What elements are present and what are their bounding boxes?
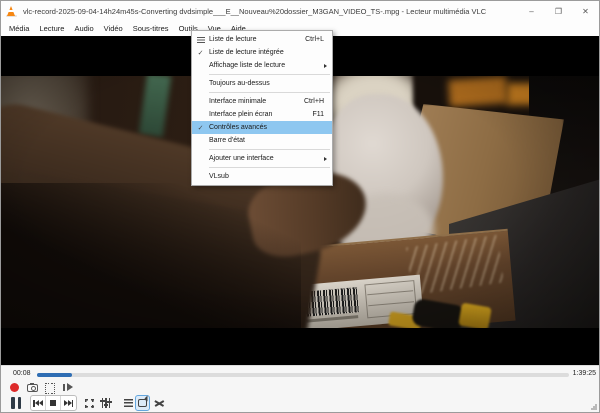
snapshot-button[interactable] (26, 382, 38, 394)
camera-icon (26, 382, 38, 392)
playlist-button[interactable] (120, 395, 136, 411)
frame-step-icon (63, 383, 73, 392)
stop-icon (50, 400, 56, 406)
equalizer-icon (100, 398, 111, 408)
seek-progress (37, 373, 72, 377)
previous-button[interactable] (31, 396, 46, 410)
transport-button-group (30, 395, 77, 411)
shuffle-button[interactable] (152, 395, 168, 411)
maximize-button[interactable]: ❐ (545, 1, 572, 21)
next-button[interactable] (61, 396, 76, 410)
loop-a-b-icon (45, 383, 55, 394)
menubar-item-lecture[interactable]: Lecture (34, 22, 69, 35)
submenu-arrow-icon (324, 63, 327, 68)
pause-icon (11, 397, 15, 409)
loop-a-b-button[interactable] (44, 382, 56, 394)
submenu-arrow-icon (324, 156, 327, 161)
playlist-icon (123, 399, 133, 407)
menu-item-liste-integree[interactable]: ✓ Liste de lecture intégrée (192, 46, 332, 59)
menu-separator (209, 92, 330, 93)
elapsed-time: 00:08 (13, 370, 31, 377)
check-icon: ✓ (197, 124, 204, 132)
menu-item-liste-de-lecture[interactable]: Liste de lecture Ctrl+L (192, 33, 332, 46)
frame-by-frame-button[interactable] (62, 382, 74, 394)
controls-panel: 00:08 1:39:25 100 (1, 365, 599, 412)
fullscreen-button[interactable] (81, 395, 97, 411)
menu-item-interface-plein-ecran[interactable]: Interface plein écran F11 (192, 108, 332, 121)
stop-button[interactable] (46, 396, 61, 410)
record-button[interactable] (8, 382, 20, 394)
main-controls-row: 100% (1, 395, 599, 412)
menu-item-toujours-au-dessus[interactable]: Toujours au-dessus (192, 77, 332, 90)
menubar-item-sous-titres[interactable]: Sous-titres (128, 22, 174, 35)
loop-button-active[interactable] (135, 395, 150, 411)
total-time: 1:39:25 (572, 370, 596, 377)
window-title: vlc-record-2025-09-04-14h24m45s-Converti… (23, 6, 487, 16)
fullscreen-icon (84, 398, 94, 408)
menu-item-interface-minimale[interactable]: Interface minimale Ctrl+H (192, 95, 332, 108)
resize-grip[interactable] (590, 403, 598, 411)
menu-item-controles-avances[interactable]: ✓ Contrôles avancés (192, 121, 332, 134)
check-icon: ✓ (197, 49, 204, 57)
advanced-controls-row (8, 381, 74, 394)
loop-icon (138, 399, 147, 407)
minimize-button[interactable]: – (518, 1, 545, 21)
record-icon (9, 383, 19, 392)
seek-bar[interactable] (37, 373, 569, 377)
menu-item-barre-d-etat[interactable]: Barre d'état (192, 134, 332, 147)
menubar-item-media[interactable]: Média (4, 22, 34, 35)
menu-item-vlsub[interactable]: VLsub (192, 170, 332, 183)
menu-item-affichage-liste[interactable]: Affichage liste de lecture (192, 59, 332, 72)
menubar-item-video[interactable]: Vidéo (99, 22, 128, 35)
vue-menu-popup: Liste de lecture Ctrl+L ✓ Liste de lectu… (191, 30, 333, 186)
menu-separator (209, 74, 330, 75)
menu-item-ajouter-une-interface[interactable]: Ajouter une interface (192, 152, 332, 165)
title-bar[interactable]: vlc-record-2025-09-04-14h24m45s-Converti… (1, 1, 599, 21)
menu-separator (209, 149, 330, 150)
playlist-icon (192, 36, 209, 43)
vlc-window: vlc-record-2025-09-04-14h24m45s-Converti… (0, 0, 600, 413)
vlc-cone-icon (6, 5, 17, 17)
menubar-item-audio[interactable]: Audio (69, 22, 98, 35)
extended-settings-button[interactable] (98, 395, 114, 411)
shuffle-icon (155, 399, 165, 408)
menu-separator (209, 167, 330, 168)
close-button[interactable]: ✕ (572, 1, 599, 21)
pause-button[interactable] (9, 396, 23, 410)
